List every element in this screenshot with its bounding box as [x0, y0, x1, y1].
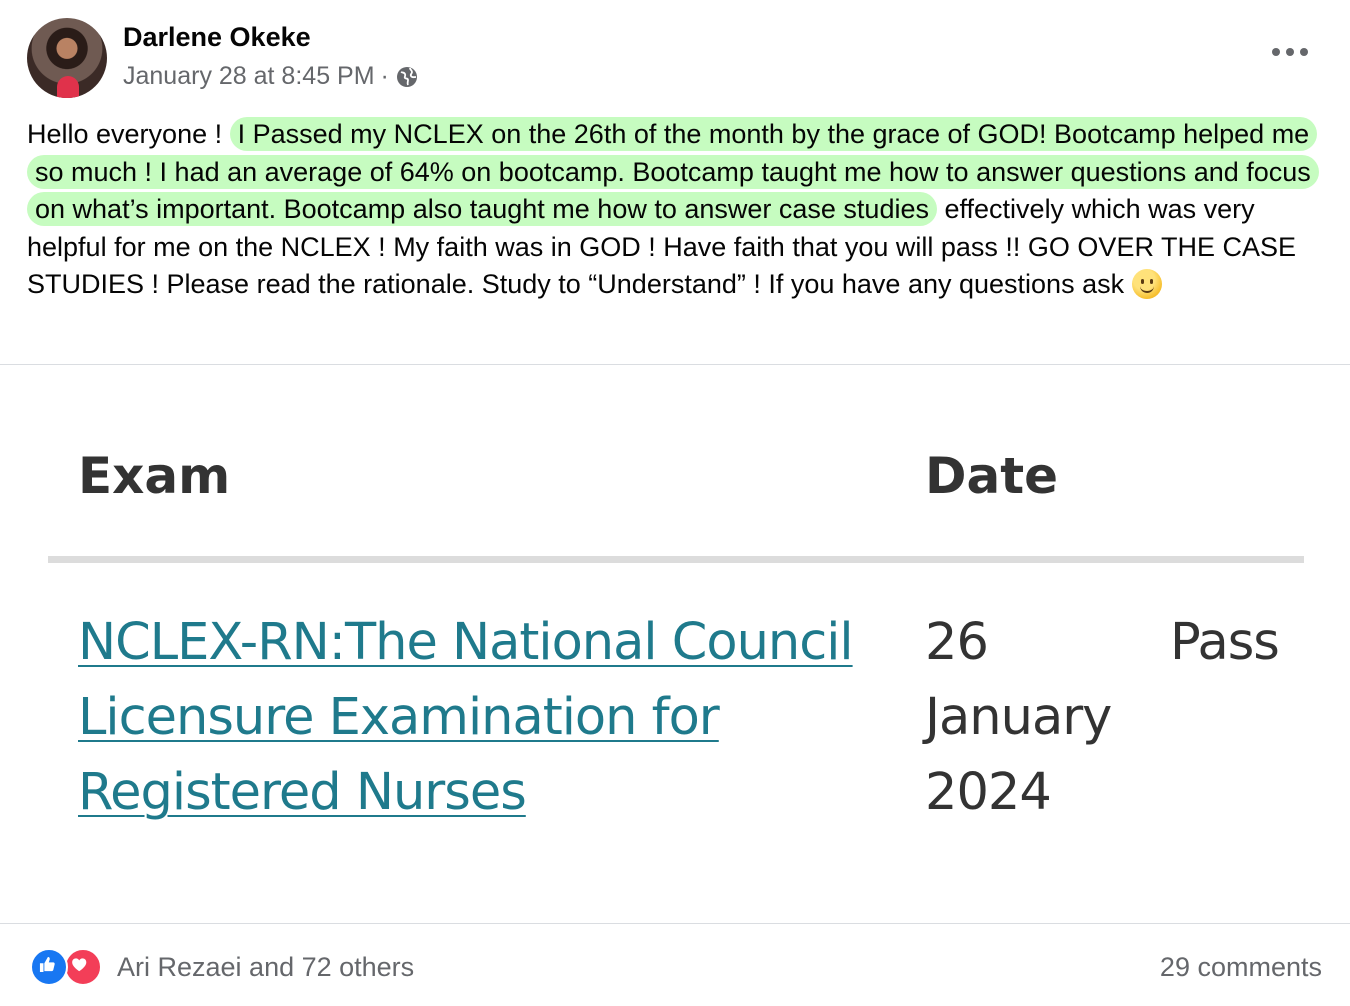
exam-date-year: 2024	[925, 763, 1052, 822]
exam-date: 26 January 2024	[925, 605, 1145, 830]
post-text-intro: Hello everyone !	[27, 119, 223, 149]
post-footer: Ari Rezaei and 72 others 29 comments	[0, 924, 1350, 1006]
meta-separator: ·	[380, 62, 389, 90]
post-header: Darlene Okeke January 28 at 8:45 PM ·	[0, 0, 1350, 110]
author-name[interactable]: Darlene Okeke	[123, 22, 311, 53]
exam-name-link[interactable]: NCLEX-RN:The National Council Licensure …	[78, 605, 898, 830]
image-attachment[interactable]: Exam Date NCLEX-RN:The National Council …	[0, 365, 1350, 923]
like-icon	[30, 948, 68, 986]
slightly-smiling-face-icon	[1131, 269, 1162, 299]
comments-count[interactable]: 29 comments	[1160, 952, 1322, 983]
reactions-summary[interactable]: Ari Rezaei and 72 others	[117, 952, 414, 983]
love-icon	[64, 948, 102, 986]
column-header-date: Date	[925, 447, 1059, 505]
exam-date-month: January	[925, 688, 1112, 747]
reaction-icons[interactable]	[30, 948, 106, 986]
post-timestamp[interactable]: January 28 at 8:45 PM	[123, 62, 375, 91]
table-rule	[48, 556, 1304, 563]
exam-result: Pass	[1170, 613, 1280, 672]
post-body: Hello everyone ! I Passed my NCLEX on th…	[27, 116, 1327, 304]
column-header-exam: Exam	[78, 447, 231, 505]
globe-icon[interactable]	[395, 65, 419, 89]
exam-date-day: 26	[925, 613, 989, 672]
more-options-icon[interactable]	[1272, 40, 1308, 64]
post-meta: January 28 at 8:45 PM ·	[123, 62, 419, 91]
avatar[interactable]	[27, 18, 107, 98]
